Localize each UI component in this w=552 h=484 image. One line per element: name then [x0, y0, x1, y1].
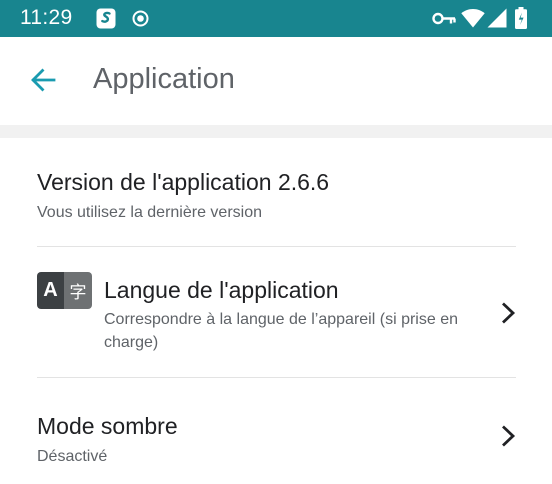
arrow-back-icon	[31, 68, 56, 92]
back-button[interactable]	[22, 59, 64, 101]
dark-mode-title: Mode sombre	[37, 413, 178, 439]
status-time: 11:29	[20, 6, 73, 29]
record-icon	[132, 10, 149, 27]
app-bar: Application	[0, 37, 552, 125]
signal-icon	[487, 8, 507, 28]
app-version-subtitle: Vous utilisez la dernière version	[37, 204, 263, 221]
translate-icon-latin: A	[37, 272, 64, 309]
section-separator	[0, 125, 552, 138]
dark-mode-item[interactable]: Mode sombre Désactivé	[0, 378, 552, 484]
status-bar: 11:29	[0, 0, 552, 37]
app-s-icon	[96, 8, 116, 29]
app-language-subtitle: Correspondre à la langue de l’appareil (…	[104, 311, 458, 351]
app-version-title: Version de l'application 2.6.6	[37, 169, 330, 195]
chevron-right-icon	[502, 425, 516, 447]
chevron-right-icon	[502, 302, 516, 324]
app-version-item[interactable]: Version de l'application 2.6.6 Vous util…	[0, 138, 552, 246]
translate-icon: A 字	[37, 272, 92, 309]
battery-icon	[515, 7, 527, 29]
translate-icon-cjk: 字	[64, 272, 92, 309]
app-language-title: Langue de l'application	[104, 277, 339, 303]
vpn-key-icon	[432, 12, 456, 25]
wifi-icon	[461, 9, 485, 28]
page-title: Application	[93, 63, 235, 95]
app-language-item[interactable]: A 字 Langue de l'application Correspondre…	[0, 247, 552, 377]
dark-mode-subtitle: Désactivé	[37, 448, 108, 465]
